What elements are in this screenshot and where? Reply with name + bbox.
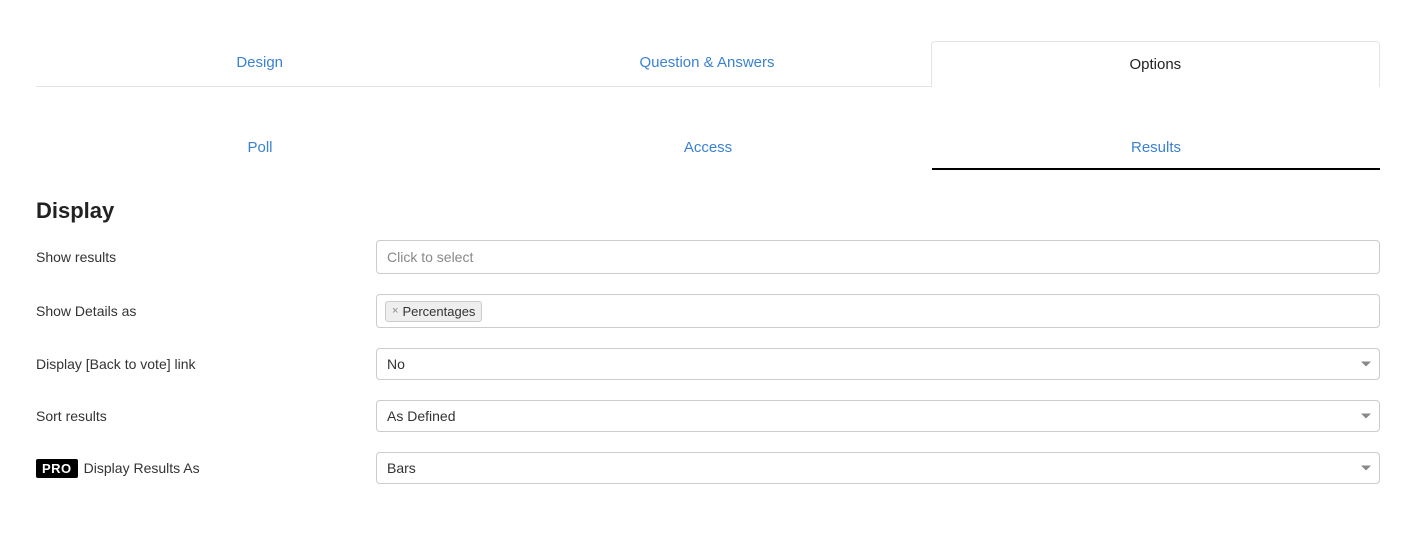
caret-down-icon — [1361, 362, 1371, 367]
main-tabs: Design Question & Answers Options — [36, 40, 1380, 87]
back-to-vote-select[interactable]: No — [376, 348, 1380, 380]
label-show-results: Show results — [36, 249, 376, 265]
back-to-vote-value: No — [387, 356, 405, 372]
sort-results-select[interactable]: As Defined — [376, 400, 1380, 432]
subtab-results[interactable]: Results — [932, 127, 1380, 170]
show-results-placeholder: Click to select — [385, 247, 473, 267]
label-back-to-vote: Display [Back to vote] link — [36, 356, 376, 372]
row-show-details-as: Show Details as × Percentages — [36, 294, 1380, 328]
label-display-results-as-text: Display Results As — [84, 460, 200, 476]
caret-down-icon — [1361, 414, 1371, 419]
tab-options[interactable]: Options — [931, 41, 1380, 87]
subtab-access[interactable]: Access — [484, 127, 932, 170]
tab-question-answers[interactable]: Question & Answers — [483, 40, 930, 86]
row-display-results-as: PRO Display Results As Bars — [36, 452, 1380, 484]
label-sort-results: Sort results — [36, 408, 376, 424]
display-results-as-select[interactable]: Bars — [376, 452, 1380, 484]
close-icon[interactable]: × — [392, 306, 398, 317]
row-show-results: Show results Click to select — [36, 240, 1380, 274]
tag-percentages[interactable]: × Percentages — [385, 301, 482, 322]
caret-down-icon — [1361, 466, 1371, 471]
label-display-results-as: PRO Display Results As — [36, 459, 376, 478]
sub-tabs: Poll Access Results — [36, 127, 1380, 170]
section-title-display: Display — [36, 198, 1380, 224]
row-back-to-vote: Display [Back to vote] link No — [36, 348, 1380, 380]
sort-results-value: As Defined — [387, 408, 455, 424]
show-results-input[interactable]: Click to select — [376, 240, 1380, 274]
subtab-poll[interactable]: Poll — [36, 127, 484, 170]
display-results-as-value: Bars — [387, 460, 416, 476]
label-show-details-as: Show Details as — [36, 303, 376, 319]
pro-badge: PRO — [36, 459, 78, 478]
tab-design[interactable]: Design — [36, 40, 483, 86]
row-sort-results: Sort results As Defined — [36, 400, 1380, 432]
tag-label: Percentages — [402, 304, 475, 319]
show-details-as-input[interactable]: × Percentages — [376, 294, 1380, 328]
